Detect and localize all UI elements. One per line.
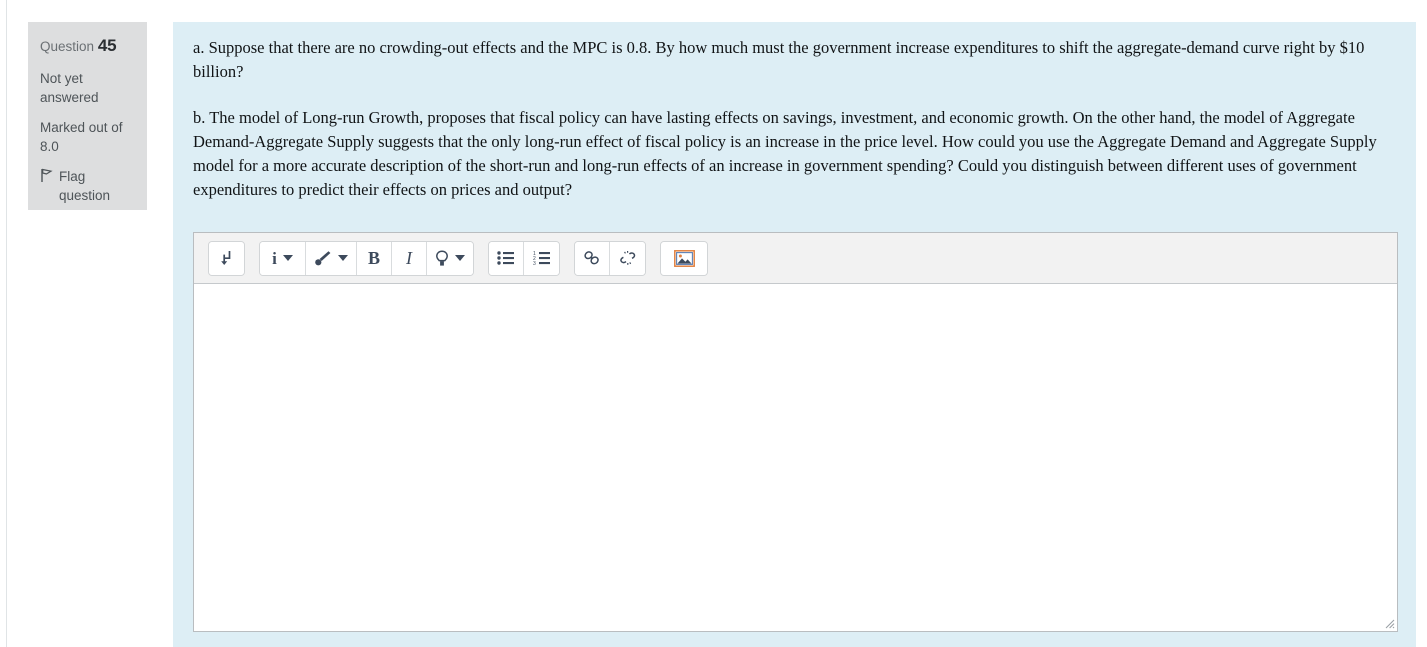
chevron-down-icon [455,255,465,261]
insert-link-button[interactable] [575,241,610,275]
bulleted-list-button[interactable] [489,241,524,275]
answer-textarea[interactable] [194,285,1397,631]
question-number: 45 [97,36,117,55]
text-color-button[interactable] [306,241,357,275]
question-part-a-text: a. Suppose that there are no crowding-ou… [193,38,1365,81]
resize-grip-icon[interactable] [1382,616,1395,629]
bold-icon: B [367,248,380,268]
editor-toolbar: i B I 1 2 3 [194,233,1397,284]
image-icon [673,249,695,267]
toolbar-group-lists: 1 2 3 [488,240,560,276]
italic-button[interactable]: I [392,241,427,275]
chevron-down-icon [282,255,293,261]
unlink-icon [619,250,637,266]
expand-toolbar-button[interactable] [209,241,244,275]
numbered-list-button[interactable]: 1 2 3 [524,241,559,275]
page-left-border [6,0,7,647]
bold-button[interactable]: B [357,241,392,275]
flag-question-label: Flag question [59,169,111,203]
toolbar-group-expand [208,240,245,276]
question-marks: Marked out of 8.0 [40,120,123,154]
numbered-list-icon: 1 2 3 [533,251,551,265]
answer-editor: i B I 1 2 3 [193,232,1398,632]
toolbar-group-formatting: i B I [259,240,474,276]
question-number-row: Question 45 [40,36,135,56]
question-label: Question [40,39,95,54]
bulleted-list-icon [497,251,515,265]
arrow-down-turn-icon [220,250,233,266]
flag-icon [40,168,53,183]
paragraph-style-button[interactable]: i [260,241,306,275]
remove-link-button[interactable] [610,241,645,275]
chevron-down-icon [338,255,348,261]
toolbar-group-link [574,240,646,276]
info-icon: i [272,248,277,268]
link-icon [583,250,601,266]
italic-icon: I [406,248,412,268]
lightbulb-icon [435,249,449,267]
svg-text:3: 3 [533,261,536,265]
toolbar-group-image [660,240,708,276]
flag-question-link[interactable]: Flag question [40,167,135,205]
question-part-b-text: b. The model of Long-run Growth, propose… [193,108,1377,199]
paintbrush-icon [314,250,332,267]
insert-suggestion-button[interactable] [427,241,473,275]
question-info-box: Question 45 Not yet answered Marked out … [28,22,147,210]
question-status: Not yet answered [40,71,99,105]
insert-image-button[interactable] [661,241,707,275]
